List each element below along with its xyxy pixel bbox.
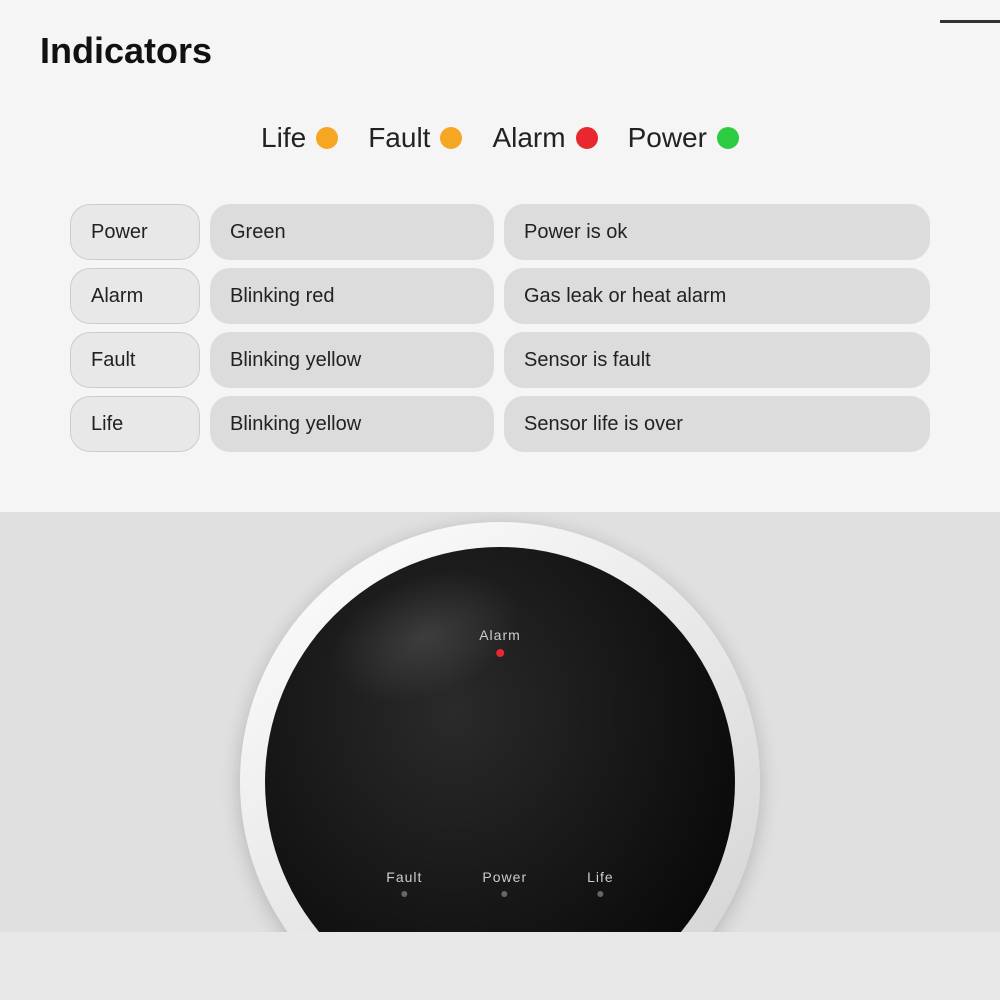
device-life-label: Life <box>587 869 614 885</box>
row-blink-life: Blinking yellow <box>210 396 494 452</box>
legend-label-power: Power <box>628 122 707 154</box>
device-fault-label: Fault <box>386 869 422 885</box>
row-name-life: Life <box>70 396 200 452</box>
col-blink: Green Blinking red Blinking yellow Blink… <box>210 204 494 452</box>
legend-item-alarm: Alarm <box>492 122 597 154</box>
device-outer-ring: Alarm Fault Power <box>240 522 760 932</box>
device-wrapper: Alarm Fault Power <box>220 542 780 932</box>
legend-item-fault: Fault <box>368 122 462 154</box>
legend-item-life: Life <box>261 122 338 154</box>
device-bottom-row: Fault Power Life <box>386 869 613 897</box>
legend-label-fault: Fault <box>368 122 430 154</box>
legend-row: Life Fault Alarm Power <box>40 112 960 164</box>
device-alarm-label: Alarm <box>479 627 521 643</box>
device-alarm-section: Alarm <box>479 627 521 657</box>
device-power-label: Power <box>482 869 527 885</box>
row-name-power: Power <box>70 204 200 260</box>
device-life-item: Life <box>587 869 614 897</box>
col-names: Power Alarm Fault Life <box>70 204 200 452</box>
corner-line <box>940 20 1000 23</box>
bottom-section: Alarm Fault Power <box>0 512 1000 932</box>
page-title: Indicators <box>40 30 960 72</box>
row-name-alarm: Alarm <box>70 268 200 324</box>
row-desc-fault: Sensor is fault <box>504 332 930 388</box>
legend-item-power: Power <box>628 122 739 154</box>
device-fault-dot <box>401 891 407 897</box>
indicator-table: Power Alarm Fault Life Green Blinking re… <box>40 204 960 452</box>
row-name-fault: Fault <box>70 332 200 388</box>
device-power-item: Power <box>482 869 527 897</box>
col-desc: Power is ok Gas leak or heat alarm Senso… <box>504 204 930 452</box>
row-blink-power: Green <box>210 204 494 260</box>
top-section: Indicators Life Fault Alarm Power <box>0 0 1000 512</box>
legend-dot-alarm <box>576 127 598 149</box>
device-alarm-dot <box>496 649 504 657</box>
legend-label-alarm: Alarm <box>492 122 565 154</box>
device-life-dot <box>597 891 603 897</box>
legend-dot-life <box>316 127 338 149</box>
page-container: Indicators Life Fault Alarm Power <box>0 0 1000 1000</box>
legend-dot-power <box>717 127 739 149</box>
device-fault-item: Fault <box>386 869 422 897</box>
device-power-dot <box>502 891 508 897</box>
device-inner: Alarm Fault Power <box>265 547 735 932</box>
row-blink-fault: Blinking yellow <box>210 332 494 388</box>
row-blink-alarm: Blinking red <box>210 268 494 324</box>
row-desc-power: Power is ok <box>504 204 930 260</box>
row-desc-life: Sensor life is over <box>504 396 930 452</box>
legend-label-life: Life <box>261 122 306 154</box>
row-desc-alarm: Gas leak or heat alarm <box>504 268 930 324</box>
legend-dot-fault <box>440 127 462 149</box>
